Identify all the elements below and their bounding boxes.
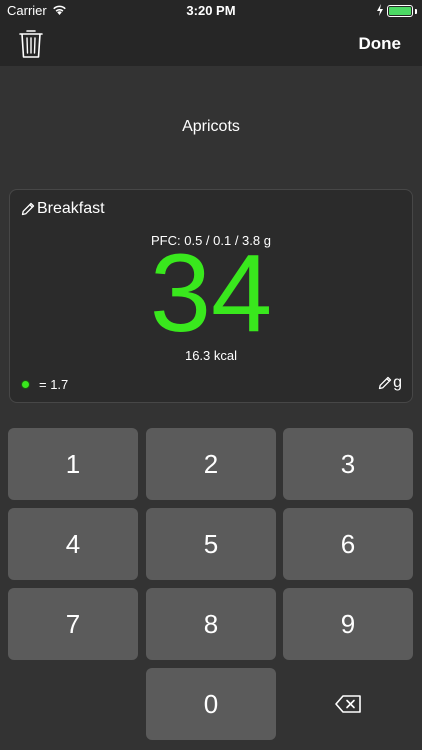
key-7[interactable]: 7 <box>8 588 138 660</box>
backspace-button[interactable] <box>283 668 413 740</box>
pencil-icon <box>21 202 35 216</box>
key-0[interactable]: 0 <box>146 668 276 740</box>
kcal-value: 16.3 kcal <box>184 348 238 363</box>
food-name: Apricots <box>182 118 240 135</box>
key-1[interactable]: 1 <box>8 428 138 500</box>
status-bar: Carrier 3:20 PM <box>0 0 422 22</box>
key-5[interactable]: 5 <box>146 508 276 580</box>
key-4[interactable]: 4 <box>8 508 138 580</box>
clock: 3:20 PM <box>186 3 236 18</box>
battery-tip <box>415 9 417 14</box>
ratio-value: = 1.7 <box>39 377 69 392</box>
battery-icon <box>387 5 413 17</box>
meal-selector[interactable]: Breakfast <box>21 200 105 218</box>
amount-display: 34 <box>149 232 273 355</box>
status-dot-icon <box>22 381 29 388</box>
key-2[interactable]: 2 <box>146 428 276 500</box>
done-button[interactable]: Done <box>359 34 402 54</box>
trash-icon[interactable] <box>18 28 44 60</box>
entry-card: Breakfast PFC: 0.5 / 0.1 / 3.8 g 34 16.3… <box>9 189 413 403</box>
unit-selector[interactable]: g <box>378 374 402 392</box>
navigation-bar: Done <box>0 22 422 66</box>
backspace-icon <box>335 695 361 713</box>
ratio-indicator: = 1.7 <box>22 377 68 392</box>
pencil-icon <box>378 376 392 390</box>
key-9[interactable]: 9 <box>283 588 413 660</box>
key-6[interactable]: 6 <box>283 508 413 580</box>
screen: Carrier 3:20 PM Done Apricots Breakfast … <box>0 0 422 750</box>
unit-label: g <box>393 374 402 391</box>
charging-icon <box>377 4 383 16</box>
key-8[interactable]: 8 <box>146 588 276 660</box>
meal-label: Breakfast <box>37 200 105 217</box>
key-3[interactable]: 3 <box>283 428 413 500</box>
